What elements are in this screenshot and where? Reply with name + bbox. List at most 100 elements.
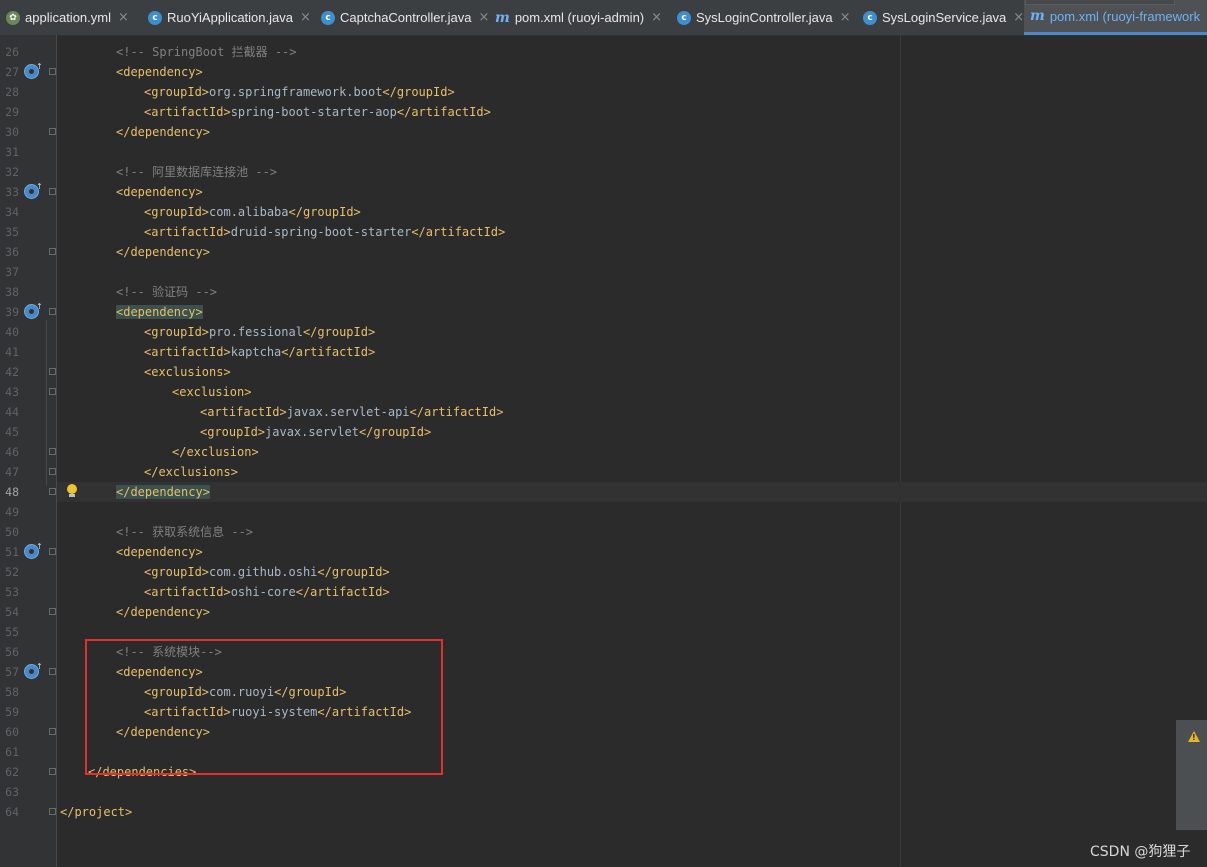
xml-tag: <dependency> (116, 185, 203, 199)
fold-marker-icon[interactable] (49, 128, 56, 135)
tab-5[interactable]: c SysLoginController.java × (671, 0, 857, 35)
line-number: 54 (5, 605, 19, 619)
xml-tag: </artifactId> (411, 225, 506, 239)
code-line[interactable]: </exclusions> (57, 462, 1207, 482)
tab-3[interactable]: c CaptchaController.java × (315, 0, 489, 35)
maven-dependency-gutter-icon[interactable]: ↑ (24, 62, 43, 79)
xml-tag: <groupId> (144, 565, 210, 579)
code-line[interactable]: <dependency> (57, 62, 1207, 82)
maven-dependency-gutter-icon[interactable]: ↑ (24, 302, 43, 319)
code-line[interactable] (57, 502, 1207, 522)
tab-7[interactable]: m pom.xml (ruoyi-framework (1024, 0, 1207, 35)
code-line[interactable]: <!-- 获取系统信息 --> (57, 522, 1207, 542)
fold-marker-icon[interactable] (49, 808, 56, 815)
code-line[interactable]: </exclusion> (57, 442, 1207, 462)
code-line[interactable]: <artifactId>javax.servlet-api</artifactI… (57, 402, 1207, 422)
fold-marker-icon[interactable] (49, 68, 56, 75)
xml-text: com.alibaba (209, 205, 289, 219)
code-text: </dependency> (116, 122, 210, 142)
fold-marker-icon[interactable] (49, 248, 56, 255)
maven-dependency-gutter-icon[interactable]: ↑ (24, 542, 43, 559)
xml-comment: <!-- 阿里数据库连接池 --> (116, 165, 278, 179)
close-icon[interactable]: × (479, 10, 490, 25)
code-line[interactable]: <dependency> (57, 182, 1207, 202)
code-line[interactable] (57, 782, 1207, 802)
code-line[interactable]: <dependency> (57, 542, 1207, 562)
code-text: <artifactId>spring-boot-starter-aop</art… (144, 102, 491, 122)
code-line[interactable]: <artifactId>druid-spring-boot-starter</a… (57, 222, 1207, 242)
code-line[interactable]: <dependency> (57, 302, 1207, 322)
maven-dependency-gutter-icon[interactable]: ↑ (24, 662, 43, 679)
code-line[interactable]: <groupId>com.github.oshi</groupId> (57, 562, 1207, 582)
line-number: 37 (5, 265, 19, 279)
line-number: 38 (5, 285, 19, 299)
code-line[interactable]: <!-- 阿里数据库连接池 --> (57, 162, 1207, 182)
tab-2[interactable]: c RuoYiApplication.java × (142, 0, 320, 35)
line-number: 29 (5, 105, 19, 119)
fold-marker-icon[interactable] (49, 548, 56, 555)
code-text: </exclusions> (144, 462, 238, 482)
code-line[interactable]: <exclusion> (57, 382, 1207, 402)
maven-dependency-gutter-icon[interactable]: ↑ (24, 182, 43, 199)
xml-text: com.github.oshi (209, 565, 318, 579)
line-number: 63 (5, 785, 19, 799)
xml-tag: <groupId> (200, 425, 266, 439)
code-line[interactable]: </dependency> (57, 242, 1207, 262)
xml-tag: </exclusion> (172, 445, 259, 459)
code-line[interactable]: </dependency> (57, 602, 1207, 622)
code-line[interactable] (57, 142, 1207, 162)
editor-tab-bar: ✿ application.yml × c RuoYiApplication.java ×… (0, 0, 1207, 36)
code-line[interactable]: </dependency> (57, 482, 1207, 502)
code-line[interactable]: <exclusions> (57, 362, 1207, 382)
fold-marker-icon[interactable] (49, 368, 56, 375)
close-icon[interactable]: × (300, 10, 311, 25)
line-number: 64 (5, 805, 19, 819)
code-line[interactable]: <!-- SpringBoot 拦截器 --> (57, 42, 1207, 62)
code-line[interactable]: <!-- 验证码 --> (57, 282, 1207, 302)
fold-marker-icon[interactable] (49, 608, 56, 615)
fold-marker-icon[interactable] (49, 728, 56, 735)
code-line[interactable]: <artifactId>oshi-core</artifactId> (57, 582, 1207, 602)
fold-marker-icon[interactable] (49, 308, 56, 315)
xml-text: oshi-core (230, 585, 296, 599)
fold-marker-icon[interactable] (49, 488, 56, 495)
code-line[interactable]: <groupId>com.alibaba</groupId> (57, 202, 1207, 222)
xml-text: javax.servlet-api (286, 405, 410, 419)
code-line[interactable]: <groupId>javax.servlet</groupId> (57, 422, 1207, 442)
code-line[interactable]: </project> (57, 802, 1207, 822)
code-line[interactable]: <artifactId>kaptcha</artifactId> (57, 342, 1207, 362)
close-icon[interactable]: × (651, 10, 662, 25)
tab-6[interactable]: c SysLoginService.java × (857, 0, 1024, 35)
fold-marker-icon[interactable] (49, 768, 56, 775)
code-line[interactable]: <artifactId>spring-boot-starter-aop</art… (57, 102, 1207, 122)
fold-marker-icon[interactable] (49, 388, 56, 395)
code-line[interactable] (57, 262, 1207, 282)
line-number: 41 (5, 345, 19, 359)
line-number: 48 (5, 485, 19, 499)
xml-tag: <artifactId> (200, 405, 287, 419)
tab-4[interactable]: m pom.xml (ruoyi-admin) × (489, 0, 665, 35)
indent-guide (46, 320, 47, 486)
warning-icon[interactable]: ! (1188, 731, 1200, 742)
lightbulb-icon[interactable] (67, 484, 77, 497)
code-line[interactable]: <groupId>pro.fessional</groupId> (57, 322, 1207, 342)
fold-marker-icon[interactable] (49, 468, 56, 475)
fold-marker-icon[interactable] (49, 188, 56, 195)
line-number-gutter: 26 27 ↑ 28 29 30 31 32 33 ↑ 34 35 36 37 38 39 ↑ 40 41 42 43 4… (0, 35, 57, 867)
xml-tag: <dependency> (116, 545, 203, 559)
xml-tag: <exclusion> (172, 385, 252, 399)
close-icon[interactable]: × (840, 10, 851, 25)
tab-label: RuoYiApplication.java (167, 10, 293, 25)
fold-marker-icon[interactable] (49, 668, 56, 675)
fold-marker-icon[interactable] (49, 448, 56, 455)
close-icon[interactable]: × (1013, 10, 1024, 25)
close-icon[interactable]: × (118, 10, 129, 25)
class-c-icon: c (677, 10, 691, 25)
tab-label: SysLoginService.java (882, 10, 1007, 25)
code-text: <artifactId>druid-spring-boot-starter</a… (144, 222, 505, 242)
arrow-up-icon: ↑ (36, 182, 43, 191)
xml-tag: </artifactId> (409, 405, 504, 419)
code-line[interactable]: <groupId>org.springframework.boot</group… (57, 82, 1207, 102)
xml-tag: <artifactId> (144, 345, 231, 359)
code-line[interactable]: </dependency> (57, 122, 1207, 142)
